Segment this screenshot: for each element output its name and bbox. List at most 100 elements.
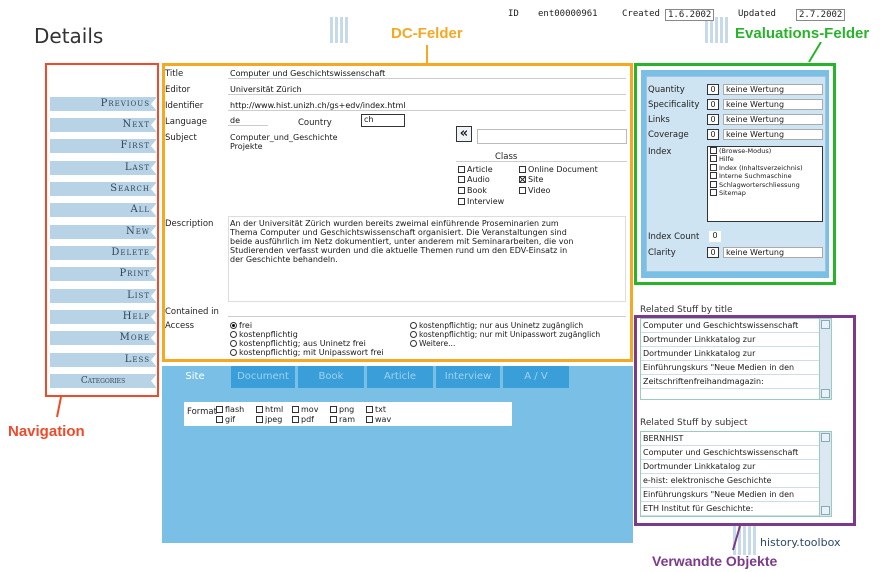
tab-interview[interactable]: Interview: [436, 366, 500, 388]
related-item[interactable]: Dortmunder Linkkatalog zur: [641, 460, 819, 474]
specificality-rating[interactable]: keine Wertung: [723, 99, 823, 110]
related-item[interactable]: Einführungskurs "Neue Medien in den: [641, 488, 819, 502]
title-label: Title: [165, 69, 184, 79]
index-option[interactable]: Interne Suchmaschine: [708, 172, 822, 180]
checkbox-icon: [519, 187, 526, 194]
subject-add-button[interactable]: «: [456, 126, 472, 142]
scrollbar[interactable]: [819, 319, 831, 399]
index-count-label: Index Count: [648, 232, 700, 242]
checkbox-icon: [292, 416, 299, 423]
nav-delete-button[interactable]: Delete: [50, 246, 157, 260]
subject-list[interactable]: [228, 130, 454, 214]
format-txt[interactable]: txt: [366, 405, 386, 414]
format-html[interactable]: html: [256, 405, 283, 414]
tab-site[interactable]: Site: [162, 366, 228, 388]
format-wav[interactable]: wav: [366, 415, 391, 424]
class-site[interactable]: Site: [519, 175, 543, 184]
index-option[interactable]: Schlagworterschliessung: [708, 180, 822, 189]
format-pdf[interactable]: pdf: [292, 415, 314, 424]
index-option[interactable]: Sitemap: [708, 189, 822, 197]
format-gif[interactable]: gif: [216, 415, 235, 424]
annotation-navigation: Navigation: [8, 423, 85, 440]
title-field[interactable]: Computer und Geschichtswissenschaft: [228, 69, 626, 79]
access-nur-unipasswort[interactable]: kostenpflichtig; nur mit Unipasswort zug…: [410, 330, 600, 339]
coverage-score[interactable]: 0: [707, 129, 719, 140]
format-mov[interactable]: mov: [292, 405, 318, 414]
nav-less-button[interactable]: Less: [50, 353, 157, 367]
class-book[interactable]: Book: [458, 186, 487, 195]
editor-field[interactable]: Universität Zürich: [228, 85, 626, 95]
nav-search-button[interactable]: Search: [50, 182, 157, 196]
nav-new-button[interactable]: New: [50, 225, 157, 239]
scroll-down-icon[interactable]: [821, 389, 830, 398]
identifier-field[interactable]: http://www.hist.unizh.ch/gs+edv/index.ht…: [228, 101, 626, 111]
scroll-up-icon[interactable]: [821, 433, 830, 442]
tab-book[interactable]: Book: [298, 366, 364, 388]
tab-av[interactable]: A / V: [503, 366, 569, 388]
tab-article[interactable]: Article: [367, 366, 433, 388]
access-frei[interactable]: frei: [230, 321, 252, 330]
coverage-rating[interactable]: keine Wertung: [723, 129, 823, 140]
nav-next-button[interactable]: Next: [50, 118, 157, 132]
access-uninetz-frei[interactable]: kostenpflichtig; aus Uninetz frei: [230, 339, 366, 348]
format-png[interactable]: png: [330, 405, 354, 414]
scroll-up-icon[interactable]: [821, 320, 830, 329]
related-item[interactable]: Zeitschriftenfreihandmagazin:: [641, 375, 819, 389]
nav-all-button[interactable]: All: [50, 203, 157, 217]
access-nur-uninetz[interactable]: kostenpflichtig; nur aus Uninetz zugängl…: [410, 321, 583, 330]
related-item[interactable]: Computer und Geschichtswissenschaft: [641, 319, 819, 333]
nav-previous-button[interactable]: Previous: [50, 97, 157, 111]
country-label: Country: [298, 118, 332, 128]
format-ram[interactable]: ram: [330, 415, 355, 424]
specificality-score[interactable]: 0: [707, 99, 719, 110]
access-unipasswort-frei[interactable]: kostenpflichtig; mit Unipasswort frei: [230, 348, 384, 357]
nav-print-button[interactable]: Print: [50, 267, 157, 281]
related-item[interactable]: BERNHIST: [641, 432, 819, 446]
links-score[interactable]: 0: [707, 114, 719, 125]
nav-last-button[interactable]: Last: [50, 161, 157, 175]
radio-icon: [410, 340, 417, 347]
updated-value: 2.7.2002: [796, 9, 846, 21]
related-item[interactable]: Computer und Geschichtswissenschaft: [641, 446, 819, 460]
nav-more-button[interactable]: More: [50, 331, 157, 345]
class-interview[interactable]: Interview: [458, 197, 504, 206]
contained-in-field[interactable]: [228, 305, 626, 317]
language-label: Language: [165, 117, 207, 127]
format-flash[interactable]: flash: [216, 405, 244, 414]
subject-input[interactable]: [477, 129, 627, 144]
related-item[interactable]: Dortmunder Linkkatalog zur: [641, 347, 819, 361]
scrollbar[interactable]: [819, 432, 831, 516]
class-online-document[interactable]: Online Document: [519, 165, 598, 174]
tab-document[interactable]: Document: [231, 366, 295, 388]
related-by-title-list[interactable]: Computer und Geschichtswissenschaft Dort…: [640, 318, 832, 400]
related-item[interactable]: e-hist: elektronische Geschichte: [641, 474, 819, 488]
country-field[interactable]: ch: [361, 114, 405, 127]
links-label: Links: [648, 115, 670, 125]
links-rating[interactable]: keine Wertung: [723, 114, 823, 125]
index-option[interactable]: Index (Inhaltsverzeichnis): [708, 163, 822, 172]
scroll-down-icon[interactable]: [821, 506, 830, 515]
nav-help-button[interactable]: Help: [50, 310, 157, 324]
quantity-rating[interactable]: keine Wertung: [723, 84, 823, 95]
related-item[interactable]: Einführungskurs "Neue Medien in den: [641, 361, 819, 375]
nav-list-button[interactable]: List: [50, 289, 157, 303]
annotation-evaluations-felder: Evaluations-Felder: [735, 25, 870, 42]
class-audio[interactable]: Audio: [458, 175, 490, 184]
class-video[interactable]: Video: [519, 186, 550, 195]
clarity-rating[interactable]: keine Wertung: [723, 247, 823, 258]
index-option[interactable]: (Browse-Modus): [708, 147, 822, 155]
quantity-score[interactable]: 0: [707, 84, 719, 95]
class-article[interactable]: Article: [458, 165, 493, 174]
index-listbox[interactable]: (Browse-Modus) Hilfe Index (Inhaltsverze…: [707, 146, 823, 222]
nav-first-button[interactable]: First: [50, 139, 157, 153]
access-kostenpflichtig[interactable]: kostenpflichtig: [230, 330, 298, 339]
related-item[interactable]: ETH Institut für Geschichte:: [641, 502, 819, 516]
index-option[interactable]: Hilfe: [708, 155, 822, 163]
nav-categories-button[interactable]: Categories: [50, 374, 157, 388]
format-jpeg[interactable]: jpeg: [256, 415, 282, 424]
related-item[interactable]: Dortmunder Linkkatalog zur: [641, 333, 819, 347]
access-weitere[interactable]: Weitere...: [410, 339, 455, 348]
language-field[interactable]: de: [228, 116, 268, 126]
clarity-score[interactable]: 0: [707, 247, 719, 258]
related-by-subject-list[interactable]: BERNHIST Computer und Geschichtswissensc…: [640, 431, 832, 517]
